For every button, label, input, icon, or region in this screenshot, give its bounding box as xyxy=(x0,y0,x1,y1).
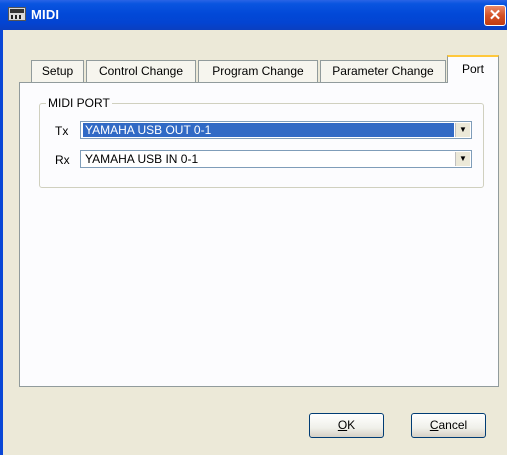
tab-program-change[interactable]: Program Change xyxy=(198,60,318,83)
rx-port-value: YAMAHA USB IN 0-1 xyxy=(85,152,199,166)
close-button[interactable]: ✕ xyxy=(484,5,506,26)
midi-device-icon xyxy=(8,7,26,21)
midi-dialog: MIDI ✕ Setup Control Change Program Chan… xyxy=(0,0,507,455)
tx-label: Tx xyxy=(55,124,69,138)
cancel-label-rest: ancel xyxy=(438,418,468,432)
tx-dropdown-arrow-icon[interactable]: ▼ xyxy=(455,123,470,137)
tx-port-value: YAMAHA USB OUT 0-1 xyxy=(83,123,454,137)
tab-parameter-change[interactable]: Parameter Change xyxy=(320,60,446,83)
window-title: MIDI xyxy=(31,7,60,22)
ok-mnemonic: O xyxy=(337,418,348,432)
rx-port-select[interactable]: YAMAHA USB IN 0-1 ▼ xyxy=(80,150,472,168)
window-border xyxy=(0,30,3,455)
ok-label-rest: K xyxy=(347,418,356,432)
tx-port-select[interactable]: YAMAHA USB OUT 0-1 ▼ xyxy=(80,121,472,139)
rx-dropdown-arrow-icon[interactable]: ▼ xyxy=(455,152,470,166)
tab-port[interactable]: Port xyxy=(447,55,499,83)
tab-control-change[interactable]: Control Change xyxy=(86,60,196,83)
tab-setup[interactable]: Setup xyxy=(31,60,84,83)
midi-port-group xyxy=(39,103,484,188)
ok-button[interactable]: OK xyxy=(309,413,384,438)
midi-port-group-label: MIDI PORT xyxy=(46,96,112,110)
rx-label: Rx xyxy=(55,153,70,167)
title-bar[interactable]: MIDI ✕ xyxy=(0,0,507,30)
cancel-button[interactable]: Cancel xyxy=(411,413,486,438)
